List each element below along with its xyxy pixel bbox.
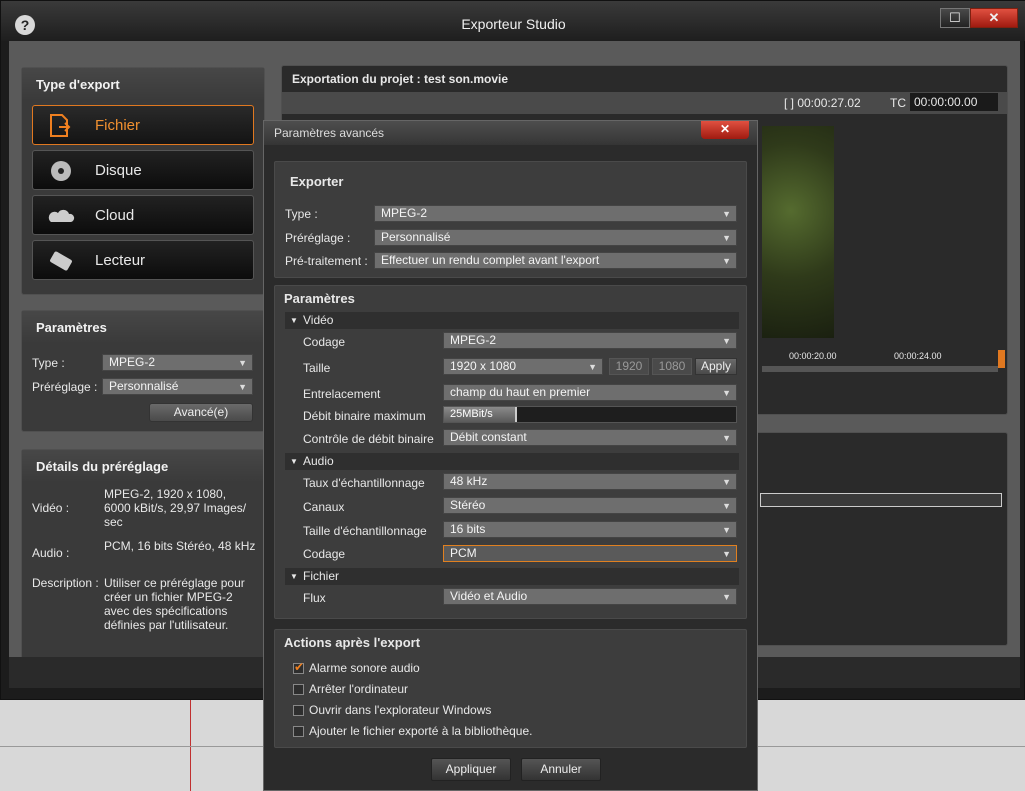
export-device-button[interactable]: Lecteur [32,240,254,280]
audio-codage-label: Codage [303,547,346,561]
timecode-bar: [ ] 00:00:27.02 TC 00:00:00.00 [282,92,1007,114]
actions-title: Actions après l'export [284,635,421,650]
export-file-label: Fichier [95,117,141,134]
preset-details-panel: Détails du préréglage Vidéo : MPEG-2, 19… [21,449,265,685]
apply-button[interactable]: Appliquer [431,758,511,781]
description-label: Description : [32,576,99,590]
disc-icon [51,161,71,181]
interlace-label: Entrelacement [303,387,381,401]
adv-type-select[interactable]: MPEG-2 [374,205,737,222]
channels-label: Canaux [303,500,345,514]
parameters-title: Paramètres [284,291,355,306]
codage-select[interactable]: MPEG-2 [443,332,737,349]
video-label: Vidéo : [32,501,70,515]
timeline-time-2: 00:00:24.00 [894,351,942,361]
timeline-scrub[interactable] [762,366,998,372]
maximize-button[interactable]: ☐ [940,8,970,28]
preset-select[interactable]: Personnalisé [102,378,253,395]
export-device-label: Lecteur [95,252,146,269]
params-title: Paramètres [22,311,264,344]
interlace-select[interactable]: champ du haut en premier [443,384,737,401]
file-section-header[interactable]: Fichier [285,568,739,585]
open-explorer-label: Ouvrir dans l'explorateur Windows [309,703,492,717]
exporter-section: Exporter Type : MPEG-2 Préréglage : Pers… [274,161,747,278]
shutdown-checkbox[interactable] [293,684,304,695]
audio-label: Audio : [32,546,70,560]
bitrate-label: Débit binaire maximum [303,409,426,423]
preprocess-label: Pré-traitement : [285,254,368,268]
sound-alarm-label: Alarme sonore audio [309,661,420,675]
tc-label: TC [890,96,906,110]
project-title: Exportation du projet : test son.movie [292,72,509,86]
right-lower-panel [749,432,1008,646]
params-panel: Paramètres Type : MPEG-2 Préréglage : Pe… [21,310,265,432]
audio-section-header[interactable]: Audio [285,453,739,470]
export-type-panel: Type d'export Fichier Disque Cloud Lecte… [21,67,265,295]
cloud-icon [48,209,75,222]
video-value: MPEG-2, 1920 x 1080, 6000 kBit/s, 29,97 … [104,487,247,529]
video-preview [762,126,834,338]
export-cloud-button[interactable]: Cloud [32,195,254,235]
add-library-label: Ajouter le fichier exporté à la biblioth… [309,724,533,738]
description-value: Utiliser ce préréglage pour créer un fic… [104,576,245,632]
stream-label: Flux [303,591,326,605]
file-export-icon [50,114,71,137]
dialog-title: Paramètres avancés [274,126,385,140]
progress-bar [760,493,1002,507]
type-label: Type : [32,356,65,370]
codage-label: Codage [303,335,346,349]
export-file-button[interactable]: Fichier [32,105,254,145]
export-disc-button[interactable]: Disque [32,150,254,190]
export-type-title: Type d'export [22,68,264,101]
audio-codage-select[interactable]: PCM [443,545,737,562]
playhead[interactable] [998,350,1005,368]
advanced-button[interactable]: Avancé(e) [149,403,253,422]
export-cloud-label: Cloud [95,207,135,224]
channels-select[interactable]: Stéréo [443,497,737,514]
height-field[interactable]: 1080 [652,358,692,375]
adv-type-label: Type : [285,207,318,221]
bitrate-slider[interactable]: 25MBit/s [443,406,737,423]
bitrate-value: 25MBit/s [450,408,493,420]
size-select[interactable]: 1920 x 1080 [443,358,603,375]
preprocess-select[interactable]: Effectuer un rendu complet avant l'expor… [374,252,737,269]
close-button[interactable]: ✕ [970,8,1018,28]
tc-value: 00:00:00.00 [910,93,998,111]
dialog-title-bar: Paramètres avancés ✕ [264,121,757,145]
adv-preset-select[interactable]: Personnalisé [374,229,737,246]
sound-alarm-checkbox[interactable] [293,660,304,674]
add-library-checkbox[interactable] [293,726,304,737]
device-icon [50,251,72,271]
video-section-header[interactable]: Vidéo [285,312,739,329]
post-export-actions: Actions après l'export Alarme sonore aud… [274,629,747,748]
open-explorer-checkbox[interactable] [293,705,304,716]
export-disc-label: Disque [95,162,142,179]
samplesize-label: Taille d'échantillonnage [303,524,427,538]
shutdown-label: Arrêter l'ordinateur [309,682,408,696]
preset-details-title: Détails du préréglage [22,450,264,483]
preset-label: Préréglage : [32,380,98,394]
dialog-close-button[interactable]: ✕ [701,121,749,139]
bitrate-control-select[interactable]: Débit constant [443,429,737,446]
audio-value: PCM, 16 bits Stéréo, 48 kHz [104,539,256,553]
exporter-title: Exporter [290,174,344,189]
samplerate-select[interactable]: 48 kHz [443,473,737,490]
stream-select[interactable]: Vidéo et Audio [443,588,737,605]
samplerate-label: Taux d'échantillonnage [303,476,425,490]
adv-preset-label: Préréglage : [285,231,351,245]
bitrate-control-label: Contrôle de débit binaire [303,432,434,446]
size-label: Taille [303,361,331,375]
timeline-time-1: 00:00:20.00 [789,351,837,361]
type-select[interactable]: MPEG-2 [102,354,253,371]
title-bar: ? Exporteur Studio ☐ ✕ [1,1,1025,41]
parameters-section: Paramètres Vidéo Codage MPEG-2 Taille 19… [274,285,747,619]
advanced-settings-dialog: Paramètres avancés ✕ Exporter Type : MPE… [263,120,758,791]
samplesize-select[interactable]: 16 bits [443,521,737,538]
apply-size-button[interactable]: Apply [695,358,737,375]
duration: [ ] 00:00:27.02 [784,96,861,110]
cancel-button[interactable]: Annuler [521,758,601,781]
width-field[interactable]: 1920 [609,358,649,375]
window-title: Exporteur Studio [461,16,566,32]
